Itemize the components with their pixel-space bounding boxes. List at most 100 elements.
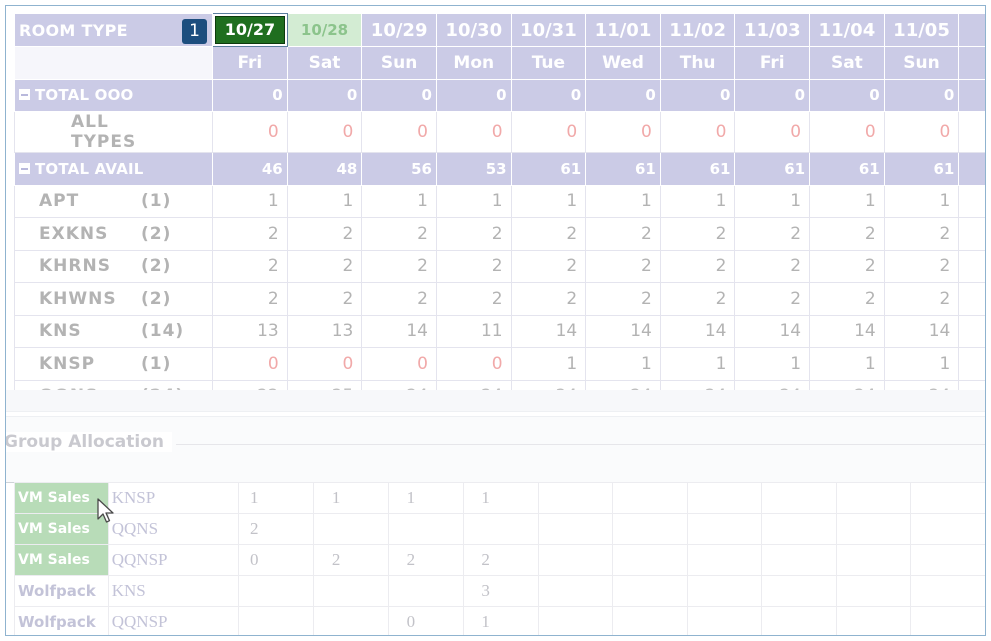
availability-value[interactable]: 1 (585, 347, 661, 381)
availability-value[interactable]: 1 (883, 347, 960, 381)
group-name-cell[interactable]: VM Sales (14, 513, 109, 545)
availability-value[interactable]: 24 (809, 379, 885, 390)
group-allocation-value[interactable] (686, 482, 763, 514)
availability-value[interactable]: 2 (585, 217, 661, 251)
availability-value[interactable]: 0 (435, 111, 512, 153)
total-ooo-row[interactable]: TOTAL OOO 0 0 0 0 0 0 0 0 0 0 (14, 78, 985, 112)
group-allocation-value[interactable]: 1 (462, 606, 539, 635)
room-row[interactable]: KNS (14) 13 13 14 11 14 14 14 14 14 14 (14, 314, 985, 348)
group-allocation-value[interactable]: 3 (462, 575, 539, 607)
collapse-minus-icon[interactable] (19, 162, 30, 174)
group-allocation-value[interactable] (686, 513, 763, 545)
availability-value[interactable]: 2 (286, 249, 363, 283)
group-allocation-value[interactable]: 1 (238, 482, 315, 514)
date-header-cell[interactable]: 10/30 (435, 13, 512, 47)
availability-value[interactable]: 24 (510, 379, 587, 390)
group-allocation-value[interactable] (835, 606, 912, 635)
availability-value[interactable]: 2 (212, 282, 288, 316)
availability-value[interactable]: 1 (734, 184, 811, 218)
availability-value[interactable]: 2 (734, 249, 811, 283)
total-avail-label-cell[interactable]: TOTAL AVAIL (14, 152, 214, 186)
availability-value[interactable]: 14 (883, 314, 960, 348)
availability-value[interactable]: 1 (734, 347, 811, 381)
group-allocation-value[interactable] (388, 513, 464, 545)
availability-value[interactable]: 24 (883, 379, 960, 390)
availability-value[interactable]: 2 (361, 282, 437, 316)
availability-value[interactable]: 1 (510, 184, 587, 218)
availability-value[interactable]: 2 (435, 249, 512, 283)
date-header-cell[interactable]: 11/04 (809, 13, 885, 47)
availability-value[interactable]: 25 (286, 379, 363, 390)
availability-value[interactable]: 2 (809, 249, 885, 283)
group-allocation-value[interactable] (238, 575, 315, 607)
availability-value[interactable]: 22 (212, 379, 288, 390)
group-allocation-value[interactable] (686, 606, 763, 635)
availability-value[interactable]: 2 (883, 249, 960, 283)
date-header-cell[interactable]: 11/05 (883, 13, 960, 47)
availability-value[interactable]: 14 (585, 314, 661, 348)
group-allocation-value[interactable]: 2 (238, 513, 315, 545)
availability-value[interactable]: 2 (883, 217, 960, 251)
group-allocation-value[interactable]: 2 (388, 544, 464, 576)
room-type-name-cell[interactable]: APT (1) (14, 184, 214, 218)
room-type-name-cell[interactable]: KHWNS (2) (14, 282, 214, 316)
group-allocation-value[interactable] (761, 544, 837, 576)
availability-value[interactable]: 0 (510, 111, 587, 153)
group-allocation-value[interactable] (537, 606, 614, 635)
group-allocation-value[interactable] (612, 544, 688, 576)
room-row[interactable]: KHWNS (2) 2 2 2 2 2 2 2 2 2 2 (14, 282, 985, 316)
total-avail-row[interactable]: TOTAL AVAIL 46 48 56 53 61 61 61 61 61 61 (14, 152, 985, 186)
availability-value[interactable]: 2 (510, 217, 587, 251)
group-allocation-value[interactable]: 2 (313, 544, 389, 576)
availability-value[interactable]: 24 (734, 379, 811, 390)
date-header-cell[interactable]: 1 10/27 (182, 13, 288, 47)
group-allocation-value[interactable] (686, 544, 763, 576)
group-allocation-value[interactable] (238, 606, 315, 635)
group-allocation-value[interactable] (686, 575, 763, 607)
availability-value[interactable]: 14 (510, 314, 587, 348)
availability-value[interactable]: 2 (361, 217, 437, 251)
availability-value[interactable]: 0 (361, 347, 437, 381)
date-header-cell[interactable]: 10/28 (286, 13, 363, 47)
group-name-cell[interactable]: VM Sales (14, 482, 109, 514)
availability-value[interactable]: 24 (585, 379, 661, 390)
group-allocation-value[interactable] (612, 606, 688, 635)
date-header-cell[interactable]: 11 (958, 13, 985, 47)
group-allocation-value[interactable] (761, 606, 837, 635)
splitter-strip[interactable] (6, 390, 985, 412)
group-name-cell[interactable]: VM Sales (14, 544, 109, 576)
group-allocation-value[interactable] (537, 575, 614, 607)
group-allocation-value[interactable] (313, 606, 389, 635)
availability-value[interactable]: 1 (883, 184, 960, 218)
availability-value[interactable]: 0 (212, 111, 288, 153)
group-allocation-row[interactable]: VM Sales KNSP 1 1 1 1 (14, 482, 985, 514)
group-allocation-value[interactable] (537, 482, 614, 514)
group-allocation-value[interactable] (910, 513, 985, 545)
availability-value[interactable]: 1 (286, 184, 363, 218)
availability-value[interactable]: 1 (659, 347, 736, 381)
availability-value[interactable]: 13 (286, 314, 363, 348)
availability-value[interactable]: 2 (659, 217, 736, 251)
availability-value[interactable]: 1 (510, 347, 587, 381)
group-allocation-value[interactable] (835, 544, 912, 576)
group-allocation-value[interactable] (537, 513, 614, 545)
total-ooo-label-cell[interactable]: TOTAL OOO (14, 78, 214, 112)
room-row[interactable]: EXKNS (2) 2 2 2 2 2 2 2 2 2 2 (14, 217, 985, 251)
room-type-name-cell[interactable]: KNSP (1) (14, 347, 214, 381)
group-allocation-row[interactable]: Wolfpack KNS 3 (14, 575, 985, 607)
availability-value[interactable]: 13 (212, 314, 288, 348)
availability-value[interactable]: 2 (883, 282, 960, 316)
room-type-name-cell[interactable]: KHRNS (2) (14, 249, 214, 283)
availability-value[interactable]: 2 (734, 217, 811, 251)
availability-value[interactable]: 2 (361, 249, 437, 283)
group-allocation-value[interactable] (835, 482, 912, 514)
availability-value[interactable]: 1 (585, 184, 661, 218)
availability-value[interactable]: 0 (286, 347, 363, 381)
group-name-cell[interactable]: Wolfpack (14, 575, 109, 607)
availability-value[interactable]: 24 (435, 379, 512, 390)
group-allocation-row[interactable]: VM Sales QQNS 2 (14, 513, 985, 545)
availability-value[interactable]: 2 (659, 249, 736, 283)
collapse-minus-icon[interactable] (19, 89, 30, 101)
date-header-cell[interactable]: 10/29 (361, 13, 437, 47)
availability-value[interactable]: 14 (361, 314, 437, 348)
